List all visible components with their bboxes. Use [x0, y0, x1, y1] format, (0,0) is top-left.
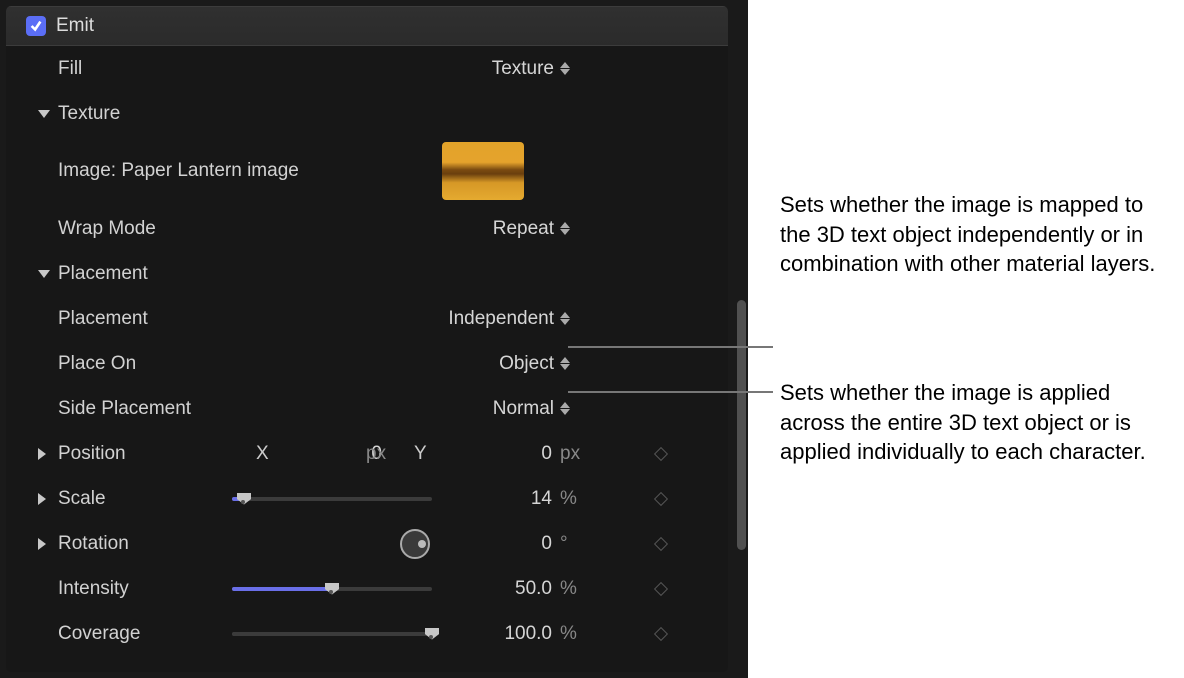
keyframe-icon[interactable] — [654, 626, 668, 640]
fill-value: Texture — [492, 58, 554, 80]
fill-popup[interactable]: Texture — [492, 58, 570, 80]
updown-icon — [560, 222, 570, 235]
scale-slider[interactable] — [232, 497, 432, 501]
side-placement-value: Normal — [493, 398, 554, 420]
placement-value: Independent — [448, 308, 554, 330]
updown-icon — [560, 62, 570, 75]
position-row: Position X 0 px Y 0 px — [6, 431, 728, 476]
keyframe-icon[interactable] — [654, 446, 668, 460]
place-on-value: Object — [499, 353, 554, 375]
image-name: Paper Lantern image — [121, 160, 298, 181]
chevron-right-icon — [38, 493, 46, 505]
texture-thumbnail[interactable] — [442, 142, 524, 200]
scrollbar-thumb[interactable] — [737, 300, 746, 550]
scale-value-col[interactable]: 14 % — [494, 488, 584, 510]
placement-row: Placement Independent — [6, 296, 728, 341]
intensity-slider[interactable] — [232, 587, 432, 591]
intensity-row: Intensity 50.0 % — [6, 566, 728, 611]
placement-popup[interactable]: Independent — [448, 308, 570, 330]
rotation-label: Rotation — [58, 533, 129, 555]
position-y-label: Y — [414, 443, 427, 465]
placement-annotation: Sets whether the image is mapped to the … — [780, 190, 1170, 279]
image-row: Image: Paper Lantern image — [6, 136, 728, 206]
placement-section-label: Placement — [38, 263, 148, 285]
coverage-slider[interactable] — [232, 632, 432, 636]
chevron-right-icon — [38, 448, 46, 460]
place-on-label: Place On — [58, 353, 136, 375]
leader-line — [568, 346, 773, 348]
wrap-mode-label: Wrap Mode — [58, 218, 156, 240]
coverage-value-col[interactable]: 100.0 % — [494, 623, 584, 645]
image-label: Image: Paper Lantern image — [58, 160, 299, 182]
updown-icon — [560, 357, 570, 370]
wrap-mode-value: Repeat — [493, 218, 554, 240]
texture-section-header[interactable]: Texture — [6, 91, 728, 136]
position-label: Position — [58, 443, 126, 465]
placement-section-header[interactable]: Placement — [6, 251, 728, 296]
updown-icon — [560, 402, 570, 415]
fill-row: Fill Texture — [6, 46, 728, 91]
place-on-annotation: Sets whether the image is applied across… — [780, 378, 1180, 467]
keyframe-icon[interactable] — [654, 536, 668, 550]
emit-header: Emit — [6, 6, 728, 46]
emit-checkbox[interactable] — [26, 16, 46, 36]
position-x-label: X — [256, 443, 269, 465]
position-y-value-col[interactable]: 0 px — [494, 443, 584, 465]
placement-label: Placement — [58, 308, 148, 330]
wrap-mode-popup[interactable]: Repeat — [493, 218, 570, 240]
emit-label: Emit — [56, 15, 94, 37]
place-on-popup[interactable]: Object — [499, 353, 570, 375]
checkmark-icon — [29, 19, 43, 33]
coverage-row: Coverage 100.0 % — [6, 611, 728, 656]
chevron-right-icon — [38, 538, 46, 550]
chevron-down-icon — [38, 270, 50, 278]
intensity-label: Intensity — [58, 578, 129, 600]
intensity-value-col[interactable]: 50.0 % — [494, 578, 584, 600]
chevron-down-icon — [38, 110, 50, 118]
scrollbar[interactable] — [734, 300, 748, 670]
rotation-dial[interactable] — [400, 529, 430, 559]
keyframe-icon[interactable] — [654, 491, 668, 505]
rotation-row: Rotation 0 ° — [6, 521, 728, 566]
updown-icon — [560, 312, 570, 325]
texture-section-label: Texture — [38, 103, 120, 125]
wrap-mode-row: Wrap Mode Repeat — [6, 206, 728, 251]
side-placement-popup[interactable]: Normal — [493, 398, 570, 420]
position-x-unit: px — [366, 443, 386, 465]
annotation-area: Sets whether the image is mapped to the … — [748, 0, 1184, 678]
scale-label: Scale — [58, 488, 106, 510]
rotation-value-col[interactable]: 0 ° — [494, 533, 584, 555]
scale-row: Scale 14 % — [6, 476, 728, 521]
side-placement-label: Side Placement — [58, 398, 191, 420]
coverage-label: Coverage — [58, 623, 140, 645]
keyframe-icon[interactable] — [654, 581, 668, 595]
fill-label: Fill — [58, 58, 82, 80]
leader-line — [568, 391, 773, 393]
